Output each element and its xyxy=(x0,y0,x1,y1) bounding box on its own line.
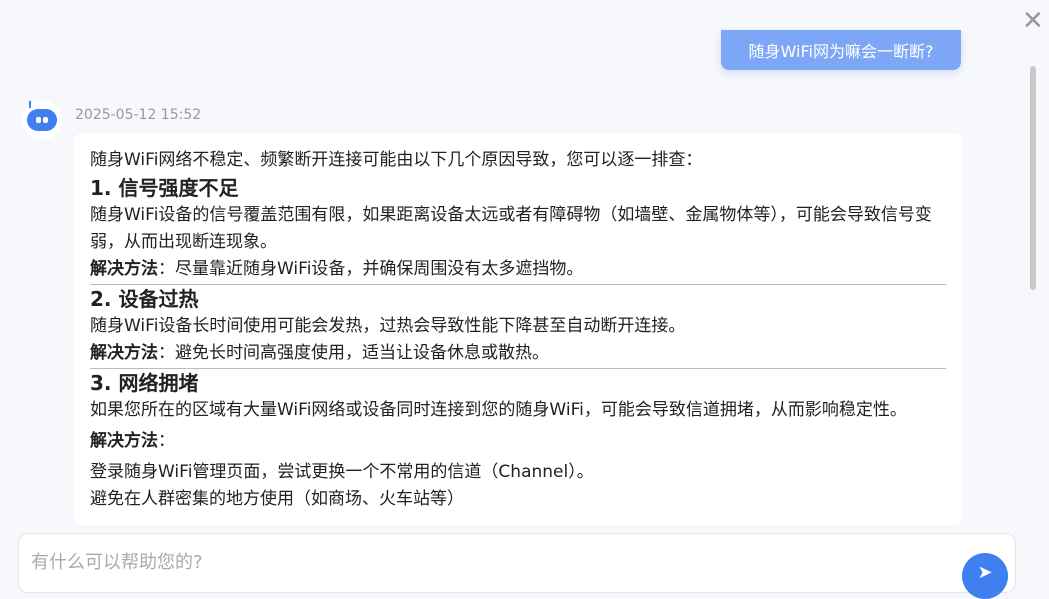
bot-avatar xyxy=(22,100,62,140)
close-icon[interactable]: ✕ xyxy=(1022,8,1044,34)
bot-answer-card: 随身WiFi网络不稳定、频繁断开连接可能由以下几个原因导致，您可以逐一排查： 1… xyxy=(74,133,962,525)
solution-text: ： xyxy=(158,431,175,451)
user-message-text: 随身WiFi网为嘛会一断断? xyxy=(748,42,934,61)
section-body: 随身WiFi设备的信号覆盖范围有限，如果距离设备太远或者有障碍物（如墙壁、金属物… xyxy=(90,205,932,252)
section-body: 如果您所在的区域有大量WiFi网络或设备同时连接到您的随身WiFi，可能会导致信… xyxy=(90,400,907,420)
chat-input[interactable]: 有什么可以帮助您的? xyxy=(18,533,1016,593)
message-timestamp: 2025-05-12 15:52 xyxy=(75,107,202,123)
section-solution: 解决方法：尽量靠近随身WiFi设备，并确保周围没有太多遮挡物。 xyxy=(90,256,946,285)
send-icon: ➤ xyxy=(977,562,993,583)
solution-label: 解决方法 xyxy=(90,431,158,451)
section-solution: 解决方法： xyxy=(90,428,946,455)
solution-step: 避免在人群密集的地方使用（如商场、火车站等） xyxy=(90,489,464,509)
solution-step: 登录随身WiFi管理页面，尝试更换一个不常用的信道（Channel）。 xyxy=(90,462,594,482)
solution-label: 解决方法 xyxy=(90,343,158,363)
section-title: 2. 设备过热 xyxy=(90,287,199,311)
answer-intro: 随身WiFi网络不稳定、频繁断开连接可能由以下几个原因导致，您可以逐一排查： xyxy=(90,150,703,170)
solution-label: 解决方法 xyxy=(90,259,158,279)
section-body: 随身WiFi设备长时间使用可能会发热，过热会导致性能下降甚至自动断开连接。 xyxy=(90,316,686,336)
user-message-bubble: 随身WiFi网为嘛会一断断? xyxy=(721,30,961,70)
solution-text: ：避免长时间高强度使用，适当让设备休息或散热。 xyxy=(158,343,549,363)
section-title: 3. 网络拥堵 xyxy=(90,371,199,395)
send-button[interactable]: ➤ xyxy=(962,553,1008,599)
section-solution: 解决方法：避免长时间高强度使用，适当让设备休息或散热。 xyxy=(90,340,946,369)
chat-input-placeholder: 有什么可以帮助您的? xyxy=(31,552,203,573)
scrollbar[interactable] xyxy=(1030,66,1036,290)
solution-text: ：尽量靠近随身WiFi设备，并确保周围没有太多遮挡物。 xyxy=(158,259,584,279)
section-title: 1. 信号强度不足 xyxy=(90,176,239,200)
robot-icon xyxy=(27,101,57,131)
